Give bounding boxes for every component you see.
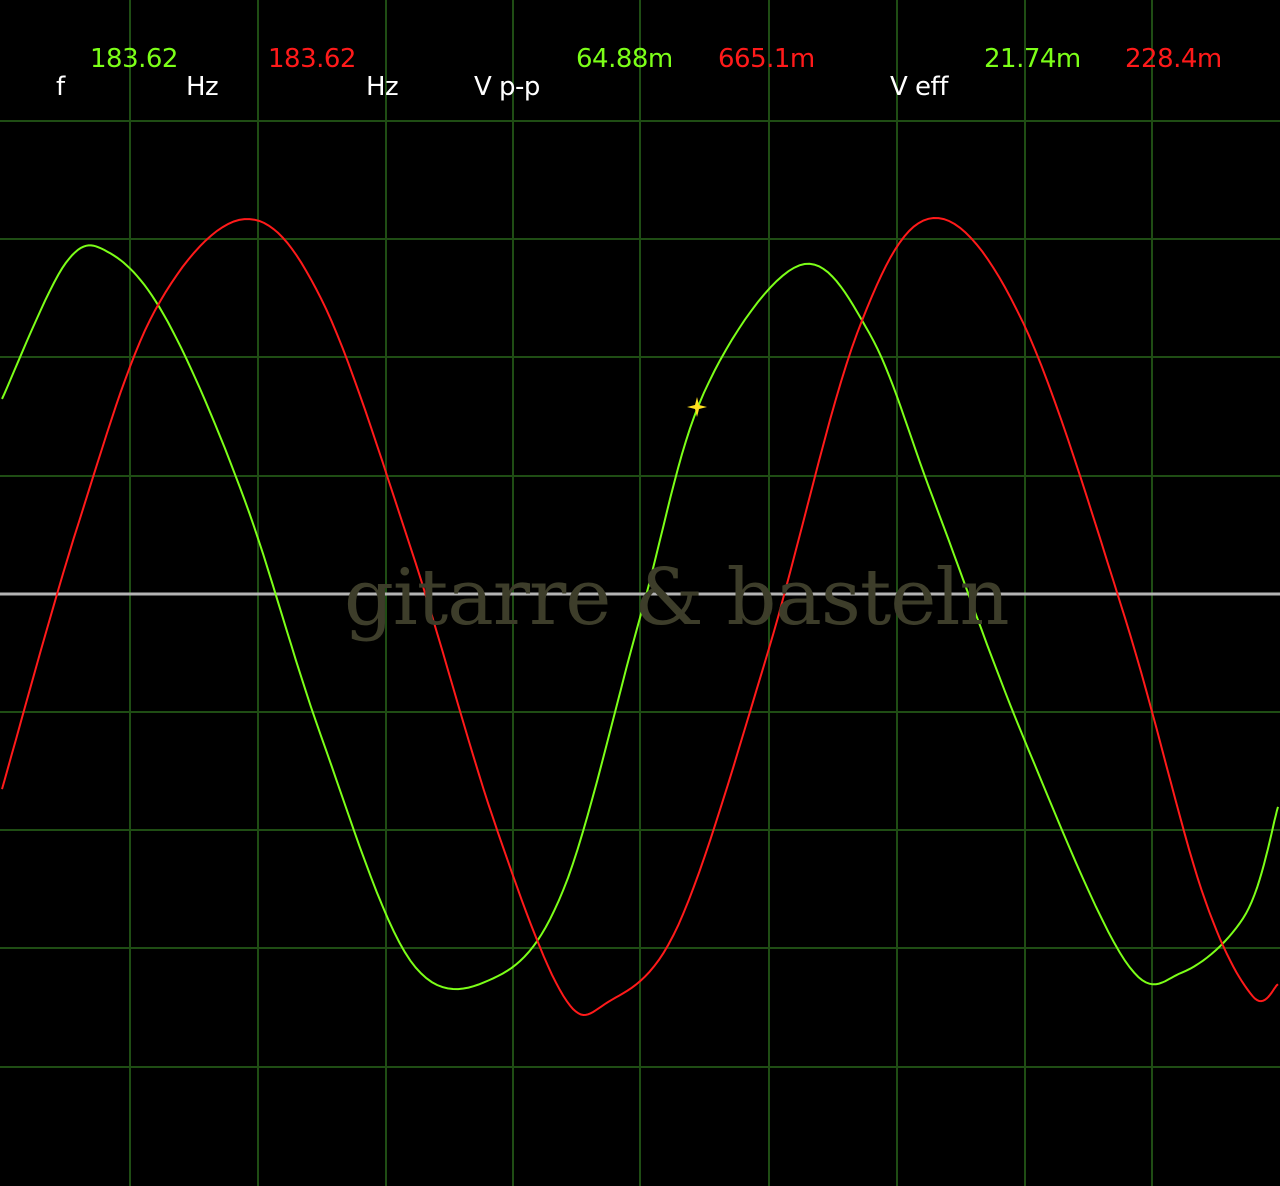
ch1-frequency-value: 183.62 [90,44,178,74]
ch2-vpp-value: 665.1m [718,44,815,74]
crosshair-cursor-icon[interactable] [685,395,709,419]
veff-label: V eff [890,72,948,102]
ch1-frequency-unit: Hz [186,72,219,102]
ch2-frequency-unit: Hz [366,72,399,102]
ch1-veff-value: 21.74m [984,44,1081,74]
ch2-frequency-value: 183.62 [268,44,356,74]
ch1-vpp-value: 64.88m [576,44,673,74]
vpp-label: V p-p [474,72,540,102]
frequency-label: f [56,72,65,102]
watermark: gitarre & basteln [344,553,1010,643]
ch2-veff-value: 228.4m [1125,44,1222,74]
